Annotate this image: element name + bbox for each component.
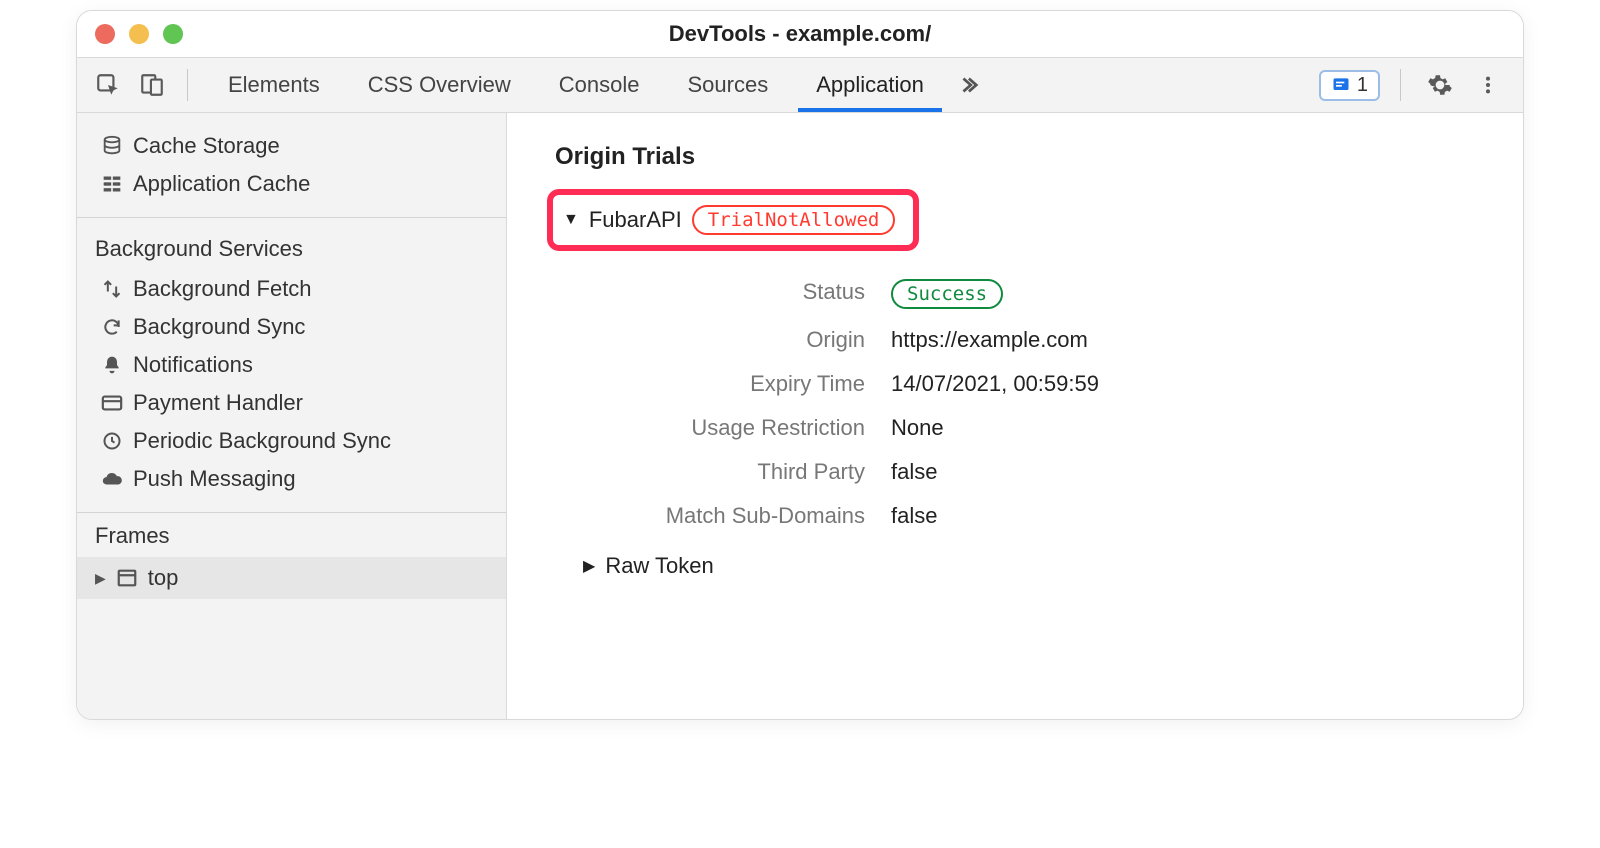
fullscreen-window-icon[interactable] <box>163 24 183 44</box>
sidebar-heading-frames: Frames <box>77 513 506 557</box>
grid-icon <box>99 174 125 194</box>
sidebar-heading-background-services: Background Services <box>77 226 506 270</box>
triangle-right-icon: ▶ <box>95 570 106 587</box>
sidebar-item-label: Cache Storage <box>133 133 280 159</box>
application-sidebar: Cache Storage Application Cache Backgrou… <box>77 113 507 719</box>
fetch-icon <box>99 279 125 299</box>
tab-elements[interactable]: Elements <box>204 58 344 112</box>
tab-css-overview[interactable]: CSS Overview <box>344 58 535 112</box>
sync-icon <box>99 317 125 337</box>
clock-icon <box>99 431 125 451</box>
window-controls <box>95 24 183 44</box>
sidebar-item-label: Periodic Background Sync <box>133 428 391 454</box>
sidebar-item-background-sync[interactable]: Background Sync <box>77 308 506 346</box>
highlight-box: ▼ FubarAPI TrialNotAllowed <box>547 189 919 251</box>
value-third-party: false <box>891 459 1493 485</box>
sidebar-item-notifications[interactable]: Notifications <box>77 346 506 384</box>
sidebar-item-periodic-background-sync[interactable]: Periodic Background Sync <box>77 422 506 460</box>
label-usage-restriction: Usage Restriction <box>565 415 865 441</box>
credit-card-icon <box>99 392 125 414</box>
label-third-party: Third Party <box>565 459 865 485</box>
raw-token-expander[interactable]: ▶ Raw Token <box>583 553 714 579</box>
label-status: Status <box>565 279 865 309</box>
tab-console[interactable]: Console <box>535 58 664 112</box>
value-status: Success <box>891 279 1493 309</box>
label-expiry: Expiry Time <box>565 371 865 397</box>
sidebar-item-cache-storage[interactable]: Cache Storage <box>77 127 506 165</box>
sidebar-item-label: Push Messaging <box>133 466 296 492</box>
trial-name: FubarAPI <box>589 207 682 233</box>
value-match-subdomains: false <box>891 503 1493 529</box>
sidebar-item-label: Background Fetch <box>133 276 312 302</box>
tab-application[interactable]: Application <box>792 58 948 112</box>
triangle-right-icon: ▶ <box>583 556 595 576</box>
panel-body: Cache Storage Application Cache Backgrou… <box>77 113 1523 719</box>
device-toolbar-icon[interactable] <box>133 66 171 104</box>
raw-token-label: Raw Token <box>605 553 713 579</box>
cloud-icon <box>99 468 125 490</box>
sidebar-item-background-fetch[interactable]: Background Fetch <box>77 270 506 308</box>
titlebar: DevTools - example.com/ <box>77 11 1523 57</box>
sidebar-item-push-messaging[interactable]: Push Messaging <box>77 460 506 498</box>
content-title: Origin Trials <box>555 143 1493 171</box>
toolbar-separator <box>187 69 188 101</box>
sidebar-item-label: Application Cache <box>133 171 310 197</box>
settings-gear-icon[interactable] <box>1421 66 1459 104</box>
label-origin: Origin <box>565 327 865 353</box>
devtools-toolbar: Elements CSS Overview Console Sources Ap… <box>77 57 1523 113</box>
trial-details: Status Success Origin https://example.co… <box>565 279 1493 529</box>
trial-expander[interactable]: ▼ FubarAPI TrialNotAllowed <box>563 205 895 235</box>
kebab-menu-icon[interactable] <box>1469 66 1507 104</box>
window-title: DevTools - example.com/ <box>669 21 931 47</box>
toolbar-separator <box>1400 69 1401 101</box>
value-usage-restriction: None <box>891 415 1493 441</box>
sidebar-item-label: Background Sync <box>133 314 305 340</box>
frame-item-top[interactable]: ▶ top <box>77 557 506 599</box>
more-tabs-icon[interactable] <box>948 58 988 112</box>
frame-label: top <box>148 565 179 591</box>
sidebar-item-label: Notifications <box>133 352 253 378</box>
sidebar-item-payment-handler[interactable]: Payment Handler <box>77 384 506 422</box>
content-pane: Origin Trials ▼ FubarAPITrialNotAllowed … <box>507 113 1523 719</box>
value-expiry: 14/07/2021, 00:59:59 <box>891 371 1493 397</box>
issues-count: 1 <box>1357 74 1368 97</box>
toolbar-right: 1 <box>1319 66 1511 104</box>
frames-group: Frames ▶ top <box>77 513 506 599</box>
sidebar-item-label: Payment Handler <box>133 390 303 416</box>
trial-status-badge: TrialNotAllowed <box>692 205 896 235</box>
label-match-subdomains: Match Sub-Domains <box>565 503 865 529</box>
tab-sources[interactable]: Sources <box>663 58 792 112</box>
inspect-element-icon[interactable] <box>89 66 127 104</box>
triangle-down-icon: ▼ <box>563 211 579 229</box>
background-services-group: Background Services Background Fetch Bac… <box>77 218 506 513</box>
devtools-window: DevTools - example.com/ Elements CSS Ove… <box>76 10 1524 720</box>
window-icon <box>116 567 138 589</box>
bell-icon <box>99 355 125 375</box>
close-window-icon[interactable] <box>95 24 115 44</box>
minimize-window-icon[interactable] <box>129 24 149 44</box>
sidebar-item-application-cache[interactable]: Application Cache <box>77 165 506 203</box>
cache-group: Cache Storage Application Cache <box>77 113 506 218</box>
value-origin: https://example.com <box>891 327 1493 353</box>
database-icon <box>99 135 125 157</box>
issues-badge[interactable]: 1 <box>1319 70 1380 101</box>
status-success-badge: Success <box>891 279 1003 309</box>
panel-tabs: Elements CSS Overview Console Sources Ap… <box>204 58 1313 112</box>
